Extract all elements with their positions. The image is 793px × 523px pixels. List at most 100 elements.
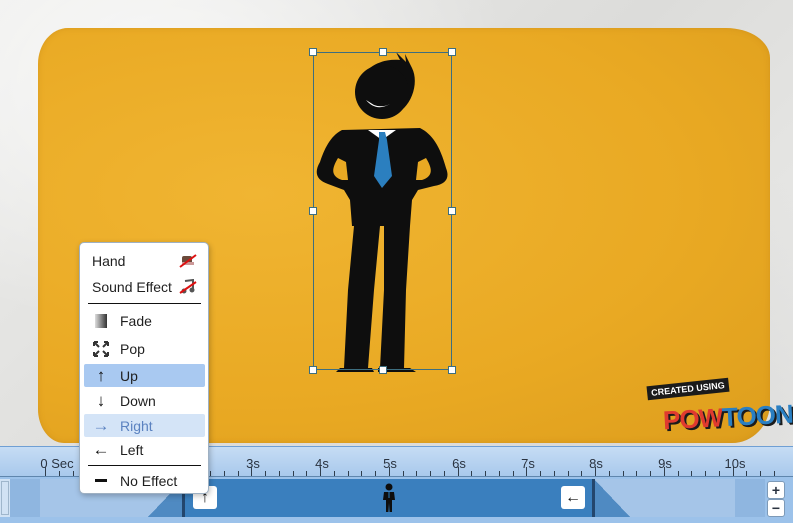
tick-label-10: 10s xyxy=(724,456,746,471)
watermark-created-using: CREATED USING xyxy=(646,377,730,401)
tick-label-4: 4s xyxy=(315,456,329,471)
menu-item-sound-effect[interactable]: Sound Effect xyxy=(84,275,205,298)
ruler-tick xyxy=(608,471,610,476)
ruler-tick xyxy=(663,467,665,476)
powtoon-watermark: CREATED USING POWTOON xyxy=(645,377,793,440)
menu-item-no-effect[interactable]: No Effect xyxy=(84,469,205,492)
ruler-tick xyxy=(526,467,528,476)
ruler-tick xyxy=(457,467,459,476)
tick-label-8: 8s xyxy=(589,456,603,471)
menu-item-label: No Effect xyxy=(120,472,178,489)
ruler-tick xyxy=(567,471,569,476)
effects-context-menu: Hand Sound Effect Fade Pop ↑ Up ↓ Down →… xyxy=(79,242,209,494)
menu-item-label: Right xyxy=(120,417,153,434)
menu-item-label: Left xyxy=(120,441,144,458)
menu-item-label: Sound Effect xyxy=(92,278,172,295)
ruler-tick xyxy=(306,471,308,476)
ruler-tick xyxy=(402,471,404,476)
ruler-tick xyxy=(210,471,211,476)
ruler-tick xyxy=(581,471,583,476)
ruler-tick xyxy=(320,467,321,476)
resize-handle-middle-left[interactable] xyxy=(309,207,317,215)
ruler-tick xyxy=(512,471,514,476)
ruler-tick xyxy=(72,471,74,476)
arrow-down-icon: ↓ xyxy=(96,390,106,410)
ruler-tick xyxy=(650,471,651,476)
ruler-tick xyxy=(636,471,638,476)
menu-item-label: Fade xyxy=(120,312,152,329)
ruler-tick xyxy=(416,471,418,476)
resize-handle-bottom-left[interactable] xyxy=(309,366,317,374)
ruler-tick xyxy=(718,471,720,476)
ruler-tick xyxy=(430,471,431,476)
ruler-tick xyxy=(223,471,225,476)
menu-item-label: Pop xyxy=(120,340,145,357)
resize-handle-bottom-center[interactable] xyxy=(379,366,387,374)
zoom-in-label: + xyxy=(771,482,781,498)
ruler-tick xyxy=(347,471,349,476)
ruler-tick xyxy=(595,467,596,476)
arrow-right-icon: → xyxy=(92,415,110,435)
logo-pow: POW xyxy=(662,402,723,436)
menu-item-down[interactable]: ↓ Down xyxy=(84,389,205,412)
ruler-tick xyxy=(333,471,335,476)
menu-item-pop[interactable]: Pop xyxy=(84,337,205,360)
zoom-in-button[interactable]: + xyxy=(767,481,785,499)
tick-label-7: 7s xyxy=(521,456,535,471)
ruler-tick xyxy=(361,471,363,476)
character-clip-bar[interactable]: ↑ ← xyxy=(182,479,595,517)
ruler-tick xyxy=(691,471,693,476)
menu-item-up[interactable]: ↑ Up xyxy=(84,364,205,387)
resize-handle-bottom-right[interactable] xyxy=(448,366,456,374)
ruler-tick xyxy=(278,471,280,476)
tick-label-9: 9s xyxy=(658,456,672,471)
resize-handle-top-center[interactable] xyxy=(379,48,387,56)
exit-effect-button[interactable]: ← xyxy=(561,486,585,509)
logo-toon: TOON xyxy=(721,398,793,433)
ruler-tick xyxy=(292,471,294,476)
ruler-tick xyxy=(553,471,555,476)
resize-handle-top-right[interactable] xyxy=(448,48,456,56)
timeline-left-handle[interactable] xyxy=(0,479,10,517)
ruler-tick xyxy=(732,467,734,476)
menu-item-fade[interactable]: Fade xyxy=(84,309,205,332)
ruler-tick xyxy=(498,471,500,476)
ruler-tick xyxy=(471,471,473,476)
menu-separator xyxy=(88,303,201,304)
resize-handle-middle-right[interactable] xyxy=(448,207,456,215)
ruler-tick xyxy=(388,467,390,476)
menu-item-hand[interactable]: Hand xyxy=(84,249,205,272)
menu-item-label: Down xyxy=(120,392,156,409)
arrow-left-icon: ← xyxy=(565,488,581,506)
menu-item-left[interactable]: ← Left xyxy=(84,438,205,461)
selection-box xyxy=(313,52,452,370)
clip-character-icon xyxy=(383,483,395,512)
ruler-tick xyxy=(58,471,60,476)
arrow-up-icon: ↑ xyxy=(96,365,106,385)
menu-item-right[interactable]: → Right xyxy=(84,414,205,437)
ruler-tick xyxy=(540,471,541,476)
menu-item-label: Hand xyxy=(92,252,126,269)
menu-item-label: Up xyxy=(120,367,138,384)
pop-icon xyxy=(92,340,110,358)
sound-effect-icon xyxy=(178,277,198,297)
ruler-tick xyxy=(251,467,253,476)
ruler-tick xyxy=(45,467,46,476)
tick-label-6: 6s xyxy=(452,456,466,471)
ruler-tick xyxy=(443,471,445,476)
ruler-tick xyxy=(237,471,239,476)
tick-label-3: 3s xyxy=(246,456,260,471)
zoom-out-button[interactable]: − xyxy=(767,499,785,517)
resize-handle-top-left[interactable] xyxy=(309,48,317,56)
ruler-tick xyxy=(677,471,679,476)
arrow-left-icon: ← xyxy=(92,439,110,459)
ruler-tick xyxy=(485,471,486,476)
zoom-out-label: − xyxy=(771,500,781,516)
ruler-tick xyxy=(375,471,376,476)
ruler-tick xyxy=(760,471,761,476)
ruler-tick xyxy=(773,471,775,476)
menu-separator xyxy=(88,465,201,466)
minus-icon xyxy=(92,472,110,490)
exit-transition-ramp xyxy=(594,479,630,517)
hand-icon xyxy=(178,251,198,271)
